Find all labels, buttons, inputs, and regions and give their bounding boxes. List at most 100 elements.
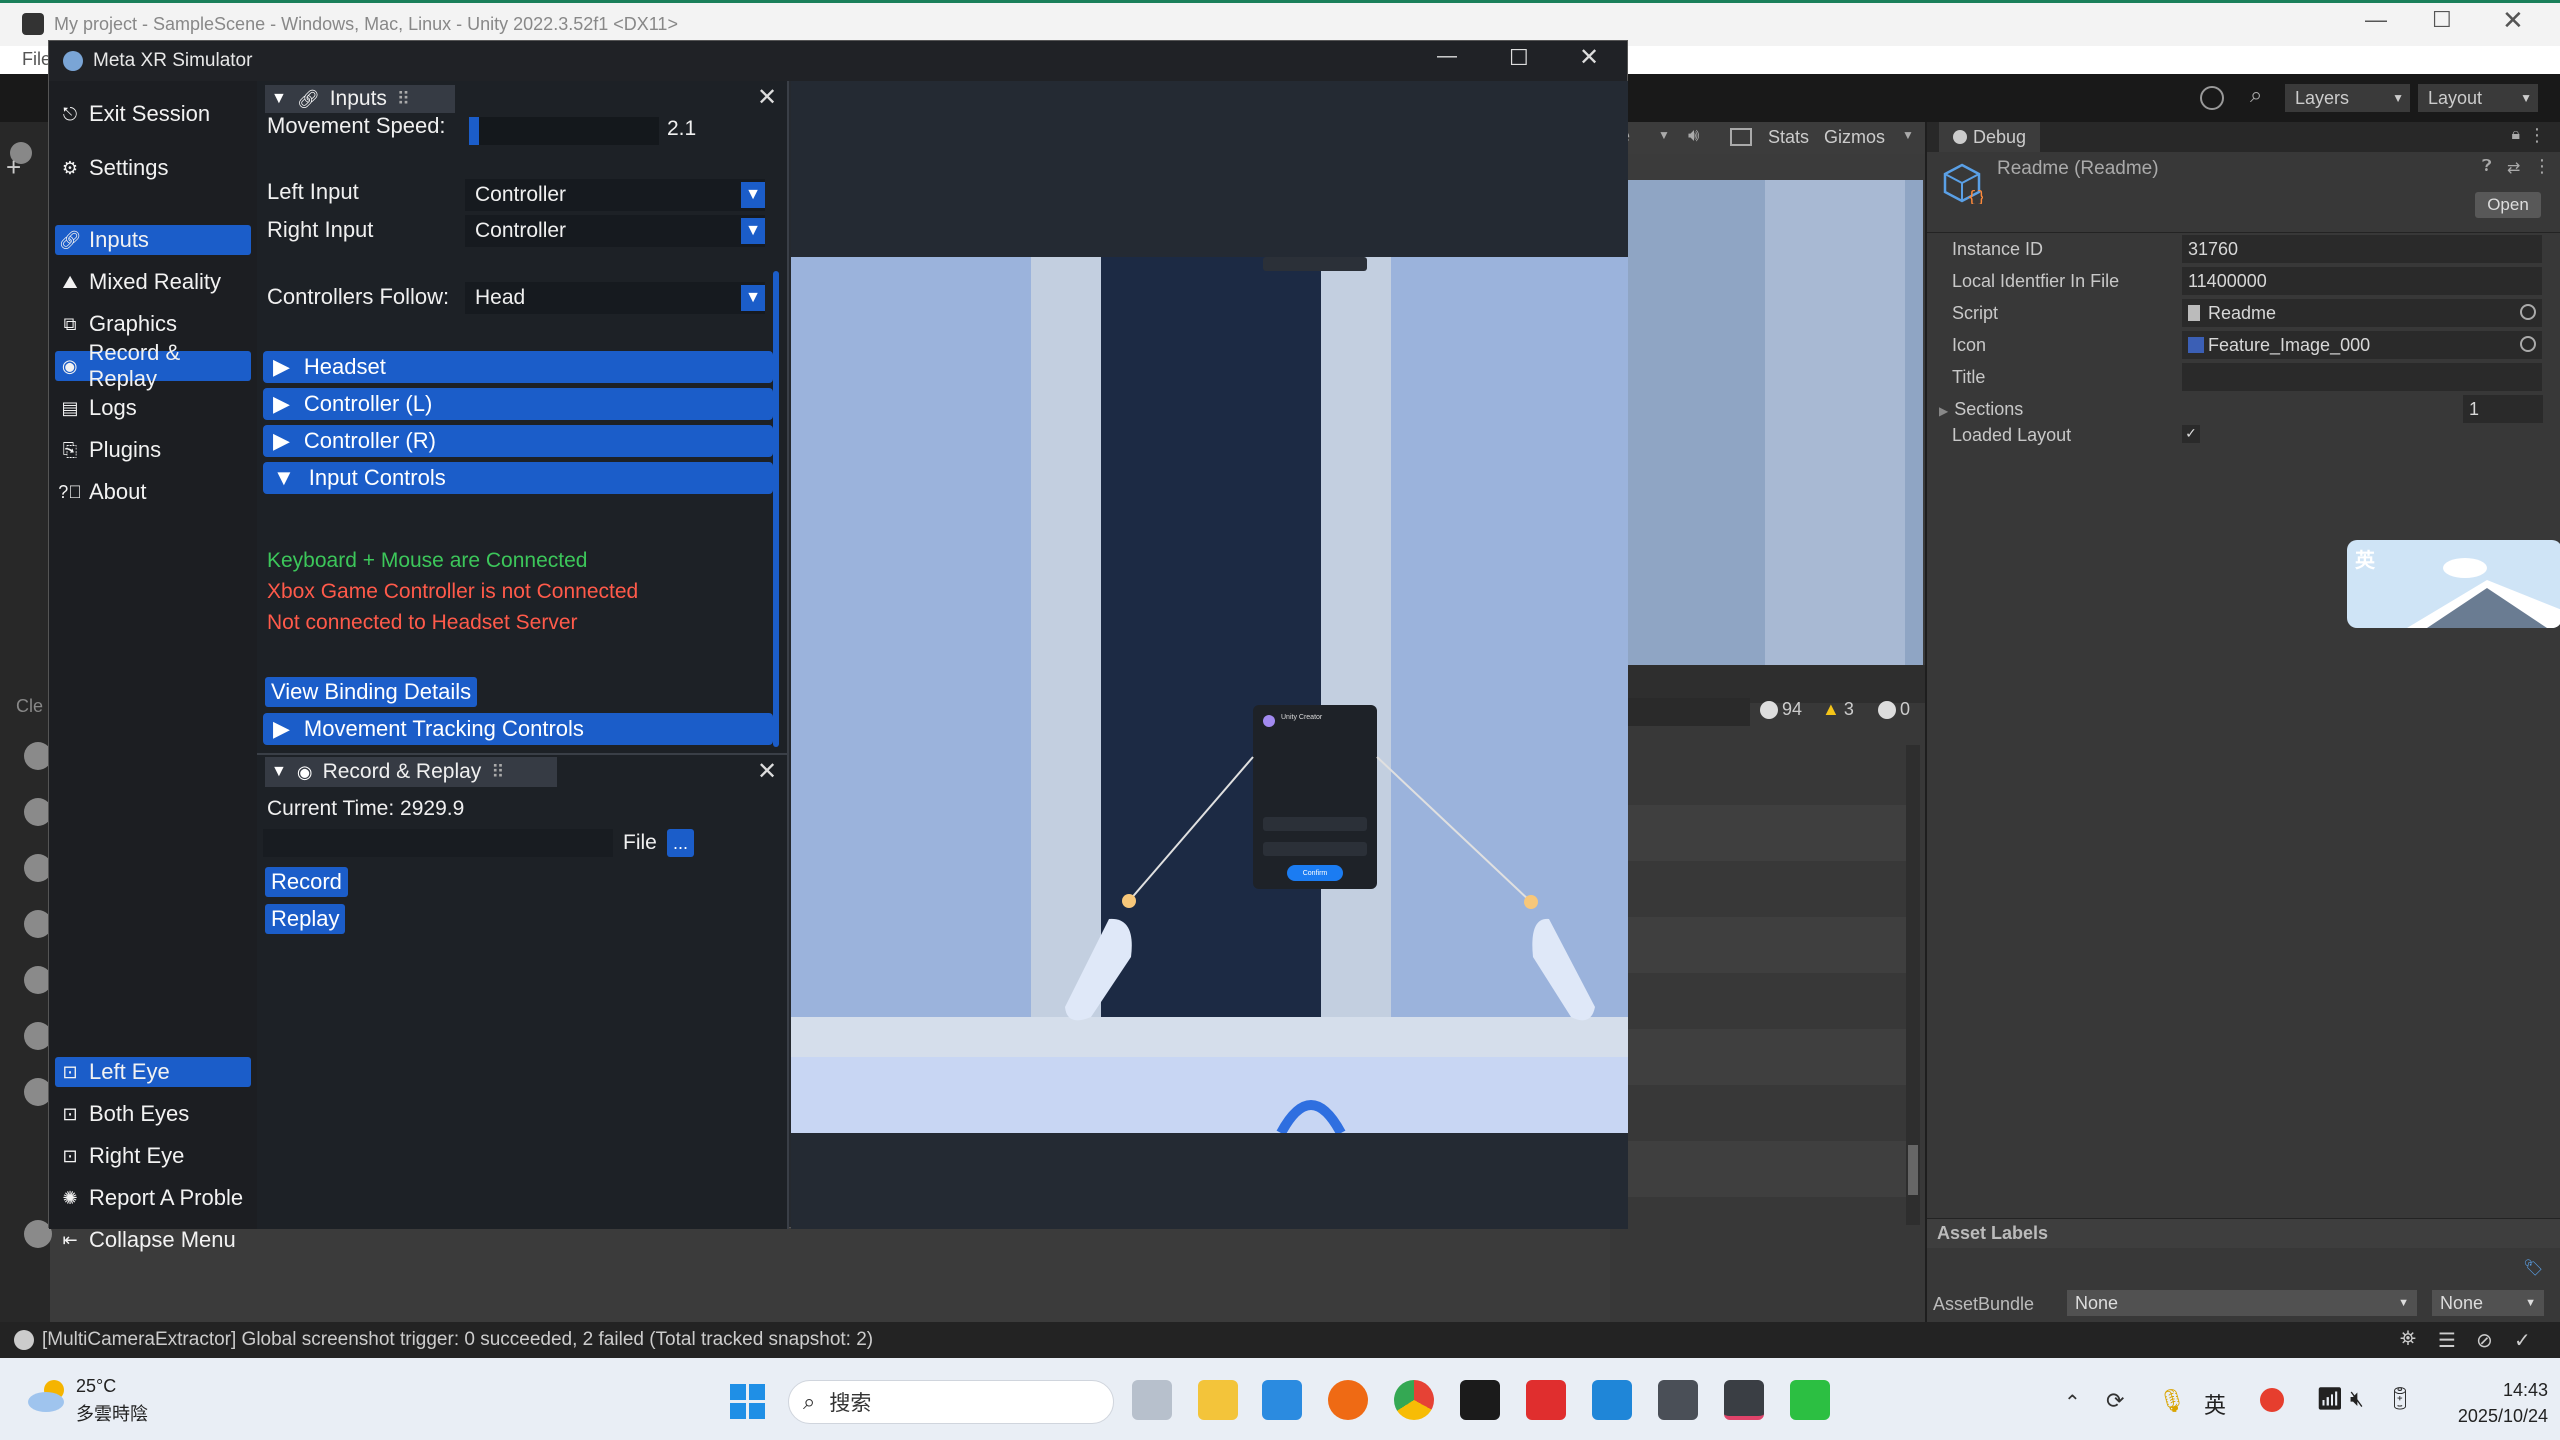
view-binding-details-button[interactable]: View Binding Details bbox=[265, 677, 478, 707]
task-view-icon[interactable] bbox=[1132, 1380, 1172, 1420]
movement-speed-slider[interactable] bbox=[479, 117, 659, 145]
sections-size-field[interactable]: 1 bbox=[2463, 395, 2543, 423]
record-button[interactable]: Record bbox=[265, 867, 348, 897]
microphone-icon[interactable]: 🎙︎ bbox=[2158, 1388, 2186, 1414]
collapse-triangle-icon[interactable]: ▼ bbox=[271, 90, 287, 108]
taskbar-search[interactable]: ⌕ 搜索 bbox=[788, 1380, 1114, 1424]
console-row[interactable] bbox=[1610, 1029, 1910, 1085]
maximize-icon[interactable]: ☐ bbox=[2432, 7, 2452, 33]
file-explorer-icon[interactable] bbox=[1198, 1380, 1238, 1420]
lock-icon[interactable]: 🔒︎ bbox=[2511, 126, 2520, 144]
object-picker-icon[interactable] bbox=[2520, 336, 2536, 352]
inputs-scrollbar[interactable] bbox=[773, 271, 779, 747]
chevron-down-icon[interactable]: ▼ bbox=[1902, 128, 1914, 142]
left-input-dropdown[interactable]: Controller ▼ bbox=[465, 179, 765, 211]
foldout-controller-left[interactable]: ▶ Controller (L) bbox=[263, 388, 773, 420]
vr-dialog-confirm-button[interactable]: Confirm bbox=[1287, 865, 1343, 881]
meta-title-bar[interactable]: Meta XR Simulator — ☐ ✕ bbox=[49, 41, 1627, 81]
title-field[interactable] bbox=[2182, 363, 2542, 391]
icon-field[interactable]: Feature_Image_000 bbox=[2182, 331, 2542, 359]
sidebar-item-about[interactable]: ?⃝ About bbox=[55, 477, 251, 507]
close-panel-icon[interactable]: ✕ bbox=[757, 83, 777, 112]
local-id-field[interactable]: 11400000 bbox=[2182, 267, 2542, 295]
tab-debug[interactable]: Debug bbox=[1939, 122, 2041, 152]
sogou-icon[interactable] bbox=[2260, 1388, 2284, 1412]
search-icon[interactable]: ⌕ bbox=[2250, 82, 2262, 108]
open-button[interactable]: Open bbox=[2475, 192, 2541, 218]
sidebar-item-plugins[interactable]: ⎘ Plugins bbox=[55, 435, 251, 465]
file-path-input[interactable] bbox=[263, 829, 613, 857]
layers-dropdown[interactable]: Layers ▼ bbox=[2285, 84, 2410, 112]
instance-id-field[interactable]: 31760 bbox=[2182, 235, 2542, 263]
console-info-count[interactable]: 0 bbox=[1878, 699, 1910, 720]
unity-hub-icon[interactable] bbox=[1460, 1380, 1500, 1420]
controllers-follow-dropdown[interactable]: Head ▼ bbox=[465, 282, 765, 314]
close-icon[interactable]: ✕ bbox=[1579, 43, 1599, 72]
close-icon[interactable]: ✕ bbox=[2502, 5, 2524, 36]
console-clear-label[interactable]: Cle bbox=[16, 696, 43, 717]
tag-icon[interactable]: 🏷︎ bbox=[2523, 1258, 2543, 1278]
console-row[interactable] bbox=[1610, 917, 1910, 973]
preset-icon[interactable]: ⇄ bbox=[2507, 158, 2520, 178]
menu-file[interactable]: File bbox=[22, 49, 51, 70]
file-browse-button[interactable]: ... bbox=[667, 829, 695, 857]
wechat-icon[interactable] bbox=[1790, 1380, 1830, 1420]
ime-indicator[interactable]: 英 bbox=[2204, 1388, 2226, 1420]
console-row[interactable] bbox=[1610, 1141, 1910, 1197]
sidebar-item-exit-session[interactable]: ⎋ Exit Session bbox=[55, 99, 251, 129]
stats-button[interactable]: Stats bbox=[1768, 127, 1809, 148]
gizmos-button[interactable]: Gizmos bbox=[1824, 127, 1885, 148]
taskbar-date[interactable]: 2025/10/24 bbox=[2420, 1406, 2548, 1427]
status-message[interactable]: [MultiCameraExtractor] Global screenshot… bbox=[42, 1329, 873, 1351]
maximize-icon[interactable]: ☐ bbox=[1509, 45, 1529, 71]
kebab-menu-icon[interactable]: ⋮ bbox=[2528, 125, 2546, 146]
chevron-up-icon[interactable]: ⌃ bbox=[2064, 1390, 2081, 1415]
sidebar-item-graphics[interactable]: ⧉ Graphics bbox=[55, 309, 251, 339]
movement-speed-slider-handle[interactable] bbox=[469, 117, 479, 145]
weather-desc[interactable]: 多雲時陰 bbox=[76, 1400, 148, 1426]
console-error-count[interactable]: 94 bbox=[1760, 699, 1802, 720]
store-icon[interactable] bbox=[1262, 1380, 1302, 1420]
chrome-icon[interactable] bbox=[1394, 1380, 1434, 1420]
asset-variant-dropdown[interactable]: None ▼ bbox=[2432, 1290, 2544, 1316]
row-sections-label[interactable]: ▶ Sections bbox=[1939, 399, 2023, 420]
inputs-panel-header[interactable]: ▼ 🔗︎ Inputs ⠿ bbox=[265, 85, 455, 113]
drag-handle-icon[interactable]: ⠿ bbox=[491, 762, 504, 783]
drag-handle-icon[interactable]: ⠿ bbox=[397, 89, 410, 110]
audio-icon[interactable]: 🔊︎ bbox=[1688, 125, 1699, 146]
history-icon[interactable] bbox=[2200, 86, 2224, 110]
windows-start-icon[interactable] bbox=[730, 1384, 766, 1420]
right-input-dropdown[interactable]: Controller ▼ bbox=[465, 215, 765, 247]
close-panel-icon[interactable]: ✕ bbox=[757, 757, 777, 786]
movement-speed-value[interactable]: 2.1 bbox=[667, 117, 696, 141]
sidebar-item-logs[interactable]: ▤ Logs bbox=[55, 393, 251, 423]
record-panel-header[interactable]: ▼ ◉ Record & Replay ⠿ bbox=[265, 757, 557, 787]
asset-bundle-dropdown[interactable]: None ▼ bbox=[2067, 1290, 2417, 1316]
vr-scene[interactable]: Unity Creator Confirm bbox=[791, 257, 1628, 1133]
volume-muted-icon[interactable]: 🔇︎ bbox=[2350, 1386, 2364, 1412]
sidebar-item-both-eyes[interactable]: ⊡ Both Eyes bbox=[55, 1099, 251, 1129]
layout-dropdown[interactable]: Layout ▼ bbox=[2418, 84, 2538, 112]
meta-xr-simulator-icon[interactable] bbox=[1724, 1380, 1764, 1420]
vscode-icon[interactable] bbox=[1592, 1380, 1632, 1420]
scene-view[interactable] bbox=[1625, 180, 1923, 665]
replay-button[interactable]: Replay bbox=[265, 904, 346, 934]
minimize-icon[interactable]: — bbox=[2365, 7, 2387, 33]
console-warning-count[interactable]: ▲ 3 bbox=[1822, 699, 1854, 720]
loaded-layout-checkbox[interactable]: ✓ bbox=[2182, 425, 2200, 443]
add-icon[interactable]: + bbox=[6, 152, 21, 183]
foldout-input-controls[interactable]: ▼ Input Controls bbox=[263, 462, 773, 494]
battery-icon[interactable]: 🔋︎ bbox=[2386, 1386, 2414, 1412]
minimize-icon[interactable]: — bbox=[1437, 45, 1457, 68]
foldout-movement-tracking[interactable]: ▶ Movement Tracking Controls bbox=[263, 713, 773, 745]
help-icon[interactable]: ❓︎ bbox=[2482, 158, 2492, 176]
chevron-down-icon[interactable]: ▼ bbox=[1658, 128, 1670, 142]
sidebar-item-collapse-menu[interactable]: ⇤ Collapse Menu bbox=[55, 1225, 251, 1255]
wps-icon[interactable] bbox=[1526, 1380, 1566, 1420]
console-search[interactable] bbox=[1610, 698, 1750, 726]
wifi-icon[interactable]: 📶︎ bbox=[2316, 1386, 2344, 1412]
debug-icon[interactable]: ⛯ bbox=[2400, 1328, 2416, 1351]
sidebar-item-settings[interactable]: ⚙ Settings bbox=[55, 153, 251, 183]
headphone-app-icon[interactable] bbox=[1328, 1380, 1368, 1420]
fx-icon[interactable] bbox=[1730, 128, 1752, 146]
